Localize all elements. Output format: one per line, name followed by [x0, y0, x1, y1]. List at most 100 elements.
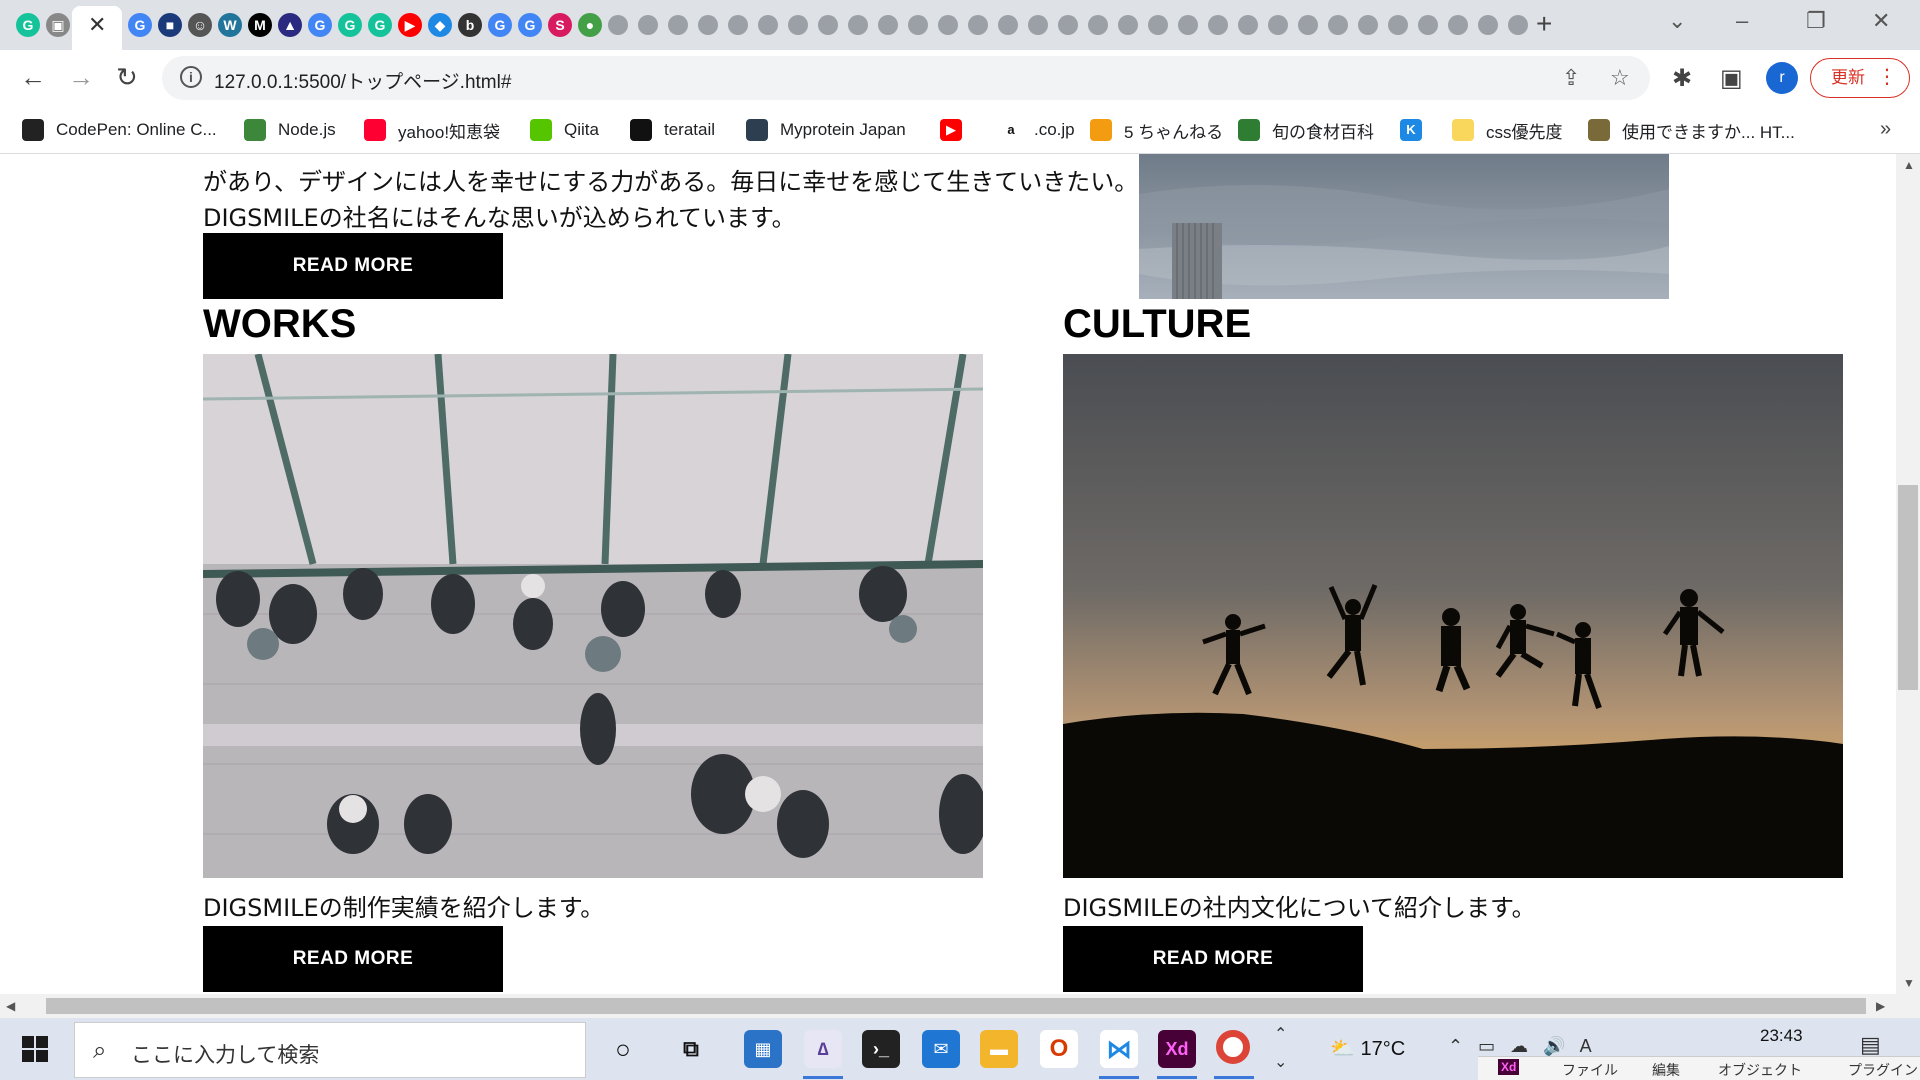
bookmark-item[interactable]: Qiita [530, 116, 599, 144]
notifications-icon[interactable]: ▤ [1860, 1032, 1881, 1058]
tab-favicon-icon[interactable] [878, 15, 898, 35]
vertical-scroll-thumb[interactable] [1898, 485, 1918, 690]
reload-icon[interactable]: ↻ [116, 62, 138, 93]
scroll-left-icon[interactable]: ◀ [6, 999, 15, 1013]
tab-favicon-icon[interactable] [728, 15, 748, 35]
taskbar-clock[interactable]: 23:43 [1760, 1026, 1803, 1046]
back-arrow-icon[interactable]: ← [20, 62, 46, 93]
image-tab-icon[interactable]: ▲ [278, 13, 302, 37]
anime-tab-icon[interactable]: ☺ [188, 13, 212, 37]
office-icon[interactable]: O [1040, 1030, 1078, 1068]
tab-favicon-icon[interactable] [1058, 15, 1078, 35]
bookmark-star-icon[interactable]: ☆ [1610, 65, 1630, 91]
grammarly-tab-icon[interactable]: G [368, 13, 392, 37]
bookmark-item[interactable]: ▶ [940, 116, 974, 144]
ime-icon[interactable]: A [1580, 1036, 1592, 1056]
system-tray[interactable]: ⌃ ▭ ☁ 🔊 A [1448, 1036, 1592, 1057]
profile-avatar[interactable]: r [1766, 62, 1798, 94]
bookmark-item[interactable]: 5 ちゃんねる [1090, 116, 1223, 144]
youtube-tab-icon[interactable]: ▶ [398, 13, 422, 37]
windows-start-icon[interactable] [22, 1036, 48, 1062]
bookmark-item[interactable]: Node.js [244, 116, 336, 144]
side-panel-icon[interactable]: ▣ [1720, 64, 1743, 93]
grammarly-tab-icon[interactable]: G [338, 13, 362, 37]
tab-favicon-icon[interactable] [1088, 15, 1108, 35]
bookmark-item[interactable]: a .co.jp [1000, 116, 1075, 144]
tab-favicon-icon[interactable] [968, 15, 988, 35]
bookmark-item[interactable]: CodePen: Online C... [22, 116, 217, 144]
store-icon[interactable]: ▦ [744, 1030, 782, 1068]
tab-favicon-icon[interactable] [1148, 15, 1168, 35]
chevron-up-icon[interactable]: ⌃ [1274, 1024, 1287, 1044]
chevron-down-icon[interactable]: ⌄ [1274, 1052, 1287, 1072]
adobe-xd-icon[interactable]: Xd [1158, 1030, 1196, 1068]
share-icon[interactable]: ⇪ [1562, 65, 1580, 91]
taskbar-search-box[interactable]: ⌕ ここに入力して検索 [74, 1022, 586, 1078]
weather-widget[interactable]: ⛅ 17°C [1330, 1036, 1405, 1061]
grammarly-tab-icon[interactable]: G [16, 13, 40, 37]
tv-tab-icon[interactable]: ▣ [46, 13, 70, 37]
culture-read-more-button[interactable]: READ MORE [1063, 926, 1363, 992]
new-tab-icon[interactable]: + [1536, 8, 1552, 40]
google-tab-icon[interactable]: G [518, 13, 542, 37]
puzzle-tab-icon[interactable]: ◆ [428, 13, 452, 37]
app-tab-icon[interactable]: ■ [158, 13, 182, 37]
vscode-icon[interactable]: ⋈ [1100, 1030, 1138, 1068]
tab-favicon-icon[interactable] [1448, 15, 1468, 35]
horizontal-scroll-thumb[interactable] [46, 998, 1866, 1014]
tab-favicon-icon[interactable] [998, 15, 1018, 35]
tab-favicon-icon[interactable] [758, 15, 778, 35]
medium-tab-icon[interactable]: M [248, 13, 272, 37]
tab-favicon-icon[interactable] [1178, 15, 1198, 35]
show-hidden-icons-icon[interactable]: ⌃ [1448, 1036, 1463, 1056]
close-tab-icon[interactable]: ✕ [88, 12, 106, 38]
bookmark-item[interactable]: yahoo!知恵袋 [364, 116, 500, 144]
tab-favicon-icon[interactable] [1388, 15, 1408, 35]
forward-arrow-icon[interactable]: → [68, 62, 94, 93]
scroll-down-icon[interactable]: ▼ [1903, 976, 1915, 990]
tab-favicon-icon[interactable] [668, 15, 688, 35]
tab-favicon-icon[interactable] [1238, 15, 1258, 35]
tab-favicon-icon[interactable] [1118, 15, 1138, 35]
tab-favicon-icon[interactable] [848, 15, 868, 35]
bookmark-item[interactable]: 使用できますか... HT... [1588, 116, 1795, 144]
mail-icon[interactable]: ✉ [922, 1030, 960, 1068]
app-icon[interactable]: ∆ [804, 1030, 842, 1068]
tab-favicon-icon[interactable] [1418, 15, 1438, 35]
chrome-icon[interactable] [1216, 1030, 1250, 1064]
leaf-tab-icon[interactable]: ● [578, 13, 602, 37]
xd-menu-item[interactable]: 編集 [1652, 1060, 1680, 1080]
tab-favicon-icon[interactable] [938, 15, 958, 35]
xd-menu-item[interactable]: プラグイン [1848, 1060, 1918, 1080]
tab-favicon-icon[interactable] [1208, 15, 1228, 35]
tab-favicon-icon[interactable] [1358, 15, 1378, 35]
intro-read-more-button[interactable]: READ MORE [203, 233, 503, 299]
tab-favicon-icon[interactable] [908, 15, 928, 35]
address-url[interactable]: 127.0.0.1:5500/トップページ.html# [214, 67, 511, 94]
tab-favicon-icon[interactable] [1478, 15, 1498, 35]
site-info-icon[interactable]: i [180, 66, 202, 88]
tab-search-icon[interactable]: ⌄ [1668, 8, 1686, 34]
tab-favicon-icon[interactable] [818, 15, 838, 35]
tab-favicon-icon[interactable] [1328, 15, 1348, 35]
google-tab-icon[interactable]: G [128, 13, 152, 37]
google-tab-icon[interactable]: G [488, 13, 512, 37]
xd-menu-item[interactable]: オブジェクト [1718, 1060, 1802, 1080]
bookmark-item[interactable]: teratail [630, 116, 715, 144]
update-button[interactable]: 更新 ⋮ [1810, 58, 1910, 98]
bookmark-item[interactable]: css優先度 [1452, 116, 1563, 144]
restore-icon[interactable]: ❐ [1806, 8, 1826, 34]
file-explorer-icon[interactable]: ▬ [980, 1030, 1018, 1068]
works-read-more-button[interactable]: READ MORE [203, 926, 503, 992]
bookmark-item[interactable]: K [1400, 116, 1434, 144]
cloud-icon[interactable]: ☁ [1510, 1036, 1528, 1056]
tab-favicon-icon[interactable] [788, 15, 808, 35]
tab-favicon-icon[interactable] [638, 15, 658, 35]
bookmark-item[interactable]: Myprotein Japan [746, 116, 906, 144]
tab-favicon-icon[interactable] [1268, 15, 1288, 35]
address-bar[interactable]: i 127.0.0.1:5500/トップページ.html# ⇪ ☆ [162, 56, 1650, 100]
xd-menu-item[interactable]: ファイル [1562, 1060, 1618, 1080]
scroll-right-icon[interactable]: ▶ [1876, 999, 1885, 1013]
task-view-icon[interactable]: ⧉ [672, 1030, 710, 1068]
tab-favicon-icon[interactable] [608, 15, 628, 35]
